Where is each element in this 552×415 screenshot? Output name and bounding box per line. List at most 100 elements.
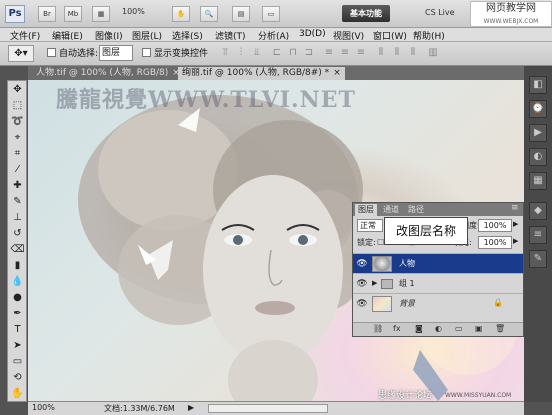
distribute-top-icon[interactable]: ≡ (322, 46, 336, 60)
layer-row-person[interactable]: 👁 人物 (353, 253, 523, 273)
folder-icon[interactable]: ▭ (455, 324, 463, 333)
lasso-tool-icon[interactable]: ➰ (10, 115, 25, 129)
minibridge-icon[interactable]: ◧ (529, 76, 547, 94)
expand-triangle-icon[interactable]: ▶ (372, 279, 377, 287)
distribute-vcenter-icon[interactable]: ≡ (338, 46, 352, 60)
tab-channels[interactable]: 通道 (380, 204, 402, 216)
dodge-tool-icon[interactable]: ● (10, 291, 25, 305)
pen-tool-icon[interactable]: ✒ (10, 307, 25, 321)
clone-stamp-tool-icon[interactable]: ⊥ (10, 211, 25, 225)
align-left-icon[interactable]: ⊏ (270, 46, 284, 60)
layer-name[interactable]: 背景 (399, 298, 415, 309)
visibility-eye-icon[interactable]: 👁 (356, 258, 368, 270)
brush-tool-icon[interactable]: ✎ (10, 195, 25, 209)
menu-select[interactable]: 选择(S) (172, 29, 203, 42)
tab-document-2[interactable]: 绚丽.tif @ 100% (人物, RGB/8#) * × (178, 67, 345, 80)
move-tool-icon[interactable]: ✥ (10, 83, 25, 97)
screen-mode-icon[interactable]: ▭ (262, 6, 280, 22)
blur-tool-icon[interactable]: 💧 (10, 275, 25, 289)
visibility-eye-icon[interactable]: 👁 (356, 278, 368, 290)
quick-select-tool-icon[interactable]: ⌖ (10, 131, 25, 145)
marquee-tool-icon[interactable]: ⬚ (10, 99, 25, 113)
hand-tool-icon[interactable]: ✋ (172, 6, 190, 22)
distribute-bottom-icon[interactable]: ≡ (354, 46, 368, 60)
auto-select-dropdown[interactable]: 图层 (99, 45, 133, 61)
eraser-tool-icon[interactable]: ⌫ (10, 243, 25, 257)
distribute-right-icon[interactable]: ⦀ (406, 46, 420, 60)
visibility-eye-icon[interactable]: 👁 (356, 298, 368, 310)
align-hcenter-icon[interactable]: ⊓ (286, 46, 300, 60)
zoom-level[interactable]: 100% (122, 7, 145, 21)
menu-analysis[interactable]: 分析(A) (258, 29, 289, 42)
menu-file[interactable]: 文件(F) (10, 29, 40, 42)
zoom-tool-icon[interactable]: 🔍 (200, 6, 218, 22)
menu-filter[interactable]: 滤镜(T) (215, 29, 246, 42)
opacity-field[interactable]: 100% (478, 219, 512, 232)
fill-field[interactable]: 100% (478, 236, 512, 249)
auto-select-checkbox[interactable] (47, 48, 56, 57)
type-tool-icon[interactable]: T (10, 323, 25, 337)
mini-bridge-button[interactable]: Mb (64, 6, 82, 22)
align-top-icon[interactable]: ⫪ (218, 46, 232, 60)
new-layer-icon[interactable]: ▣ (475, 324, 483, 333)
menu-help[interactable]: 帮助(H) (413, 29, 445, 42)
tab-document-1[interactable]: 人物.tif @ 100% (人物, RGB/8) × (32, 67, 184, 80)
layers-panel-icon[interactable]: ◆ (529, 202, 547, 220)
arrange-docs-icon[interactable]: ▤ (232, 6, 250, 22)
bridge-button[interactable]: Br (38, 6, 56, 22)
cs-live-button[interactable]: CS Live (425, 8, 455, 17)
move-tool-preset-icon[interactable]: ✥▾ (8, 45, 34, 62)
path-select-tool-icon[interactable]: ➤ (10, 339, 25, 353)
adjustment-icon[interactable]: ◐ (435, 324, 442, 333)
menu-image[interactable]: 图像(I) (95, 29, 123, 42)
panel-menu-icon[interactable]: ≡ (511, 203, 519, 213)
lock-icon: 🔒 (493, 298, 503, 307)
extras-icon[interactable]: ▦ (92, 6, 110, 22)
show-transform-checkbox[interactable] (142, 48, 151, 57)
horizontal-scrollbar[interactable] (208, 404, 328, 413)
chevron-right-icon[interactable]: ▶ (513, 237, 518, 245)
distribute-hcenter-icon[interactable]: ⦀ (390, 46, 404, 60)
chevron-right-icon[interactable]: ▶ (513, 220, 518, 228)
auto-align-icon[interactable]: ▥ (426, 46, 440, 60)
crop-tool-icon[interactable]: ⌗ (10, 147, 25, 161)
distribute-left-icon[interactable]: ⦀ (374, 46, 388, 60)
align-right-icon[interactable]: ⊐ (302, 46, 316, 60)
status-menu-arrow-icon[interactable]: ▶ (188, 403, 194, 412)
shape-tool-icon[interactable]: ▭ (10, 355, 25, 369)
swatches-icon[interactable]: ▦ (529, 172, 547, 190)
menu-view[interactable]: 视图(V) (333, 29, 364, 42)
fx-icon[interactable]: fx (393, 324, 401, 333)
actions-icon[interactable]: ▶ (529, 124, 547, 142)
menu-window[interactable]: 窗口(W) (373, 29, 407, 42)
menu-edit[interactable]: 编辑(E) (52, 29, 83, 42)
tab-layers[interactable]: 图层 (355, 204, 377, 216)
3d-rotate-tool-icon[interactable]: ⟲ (10, 371, 25, 385)
layer-row-group[interactable]: 👁 ▶ 组 1 (353, 273, 523, 293)
layer-name[interactable]: 人物 (399, 258, 415, 269)
tab-paths[interactable]: 路径 (405, 204, 427, 216)
align-vcenter-icon[interactable]: ⫶ (234, 46, 248, 60)
blend-mode-dropdown[interactable]: 正常 (357, 219, 383, 232)
align-bottom-icon[interactable]: ⫫ (250, 46, 264, 60)
paths-icon[interactable]: ✎ (529, 250, 547, 268)
history-icon[interactable]: ⌚ (529, 100, 547, 118)
healing-brush-tool-icon[interactable]: ✚ (10, 179, 25, 193)
eyedropper-tool-icon[interactable]: ⁄ (10, 163, 25, 177)
color-icon[interactable]: ◐ (529, 148, 547, 166)
menu-layer[interactable]: 图层(L) (132, 29, 162, 42)
gradient-tool-icon[interactable]: ▮ (10, 259, 25, 273)
layer-name[interactable]: 组 1 (399, 278, 415, 289)
status-zoom[interactable]: 100% (32, 403, 55, 412)
workspace-button[interactable]: 基本功能 (342, 5, 390, 22)
layer-row-background[interactable]: 👁 背景 🔒 (353, 293, 523, 313)
menu-3d[interactable]: 3D(D) (299, 29, 326, 39)
mask-icon[interactable]: ◙ (415, 324, 423, 333)
link-icon[interactable]: ⛓ (373, 324, 383, 333)
trash-icon[interactable]: 🗑 (495, 324, 505, 333)
hand-tool-icon[interactable]: ✋ (10, 387, 25, 401)
history-brush-tool-icon[interactable]: ↺ (10, 227, 25, 241)
doc-size[interactable]: 文档:1.33M/6.76M (104, 403, 175, 414)
close-icon[interactable]: × (333, 68, 341, 78)
channels-icon[interactable]: ≡ (529, 226, 547, 244)
